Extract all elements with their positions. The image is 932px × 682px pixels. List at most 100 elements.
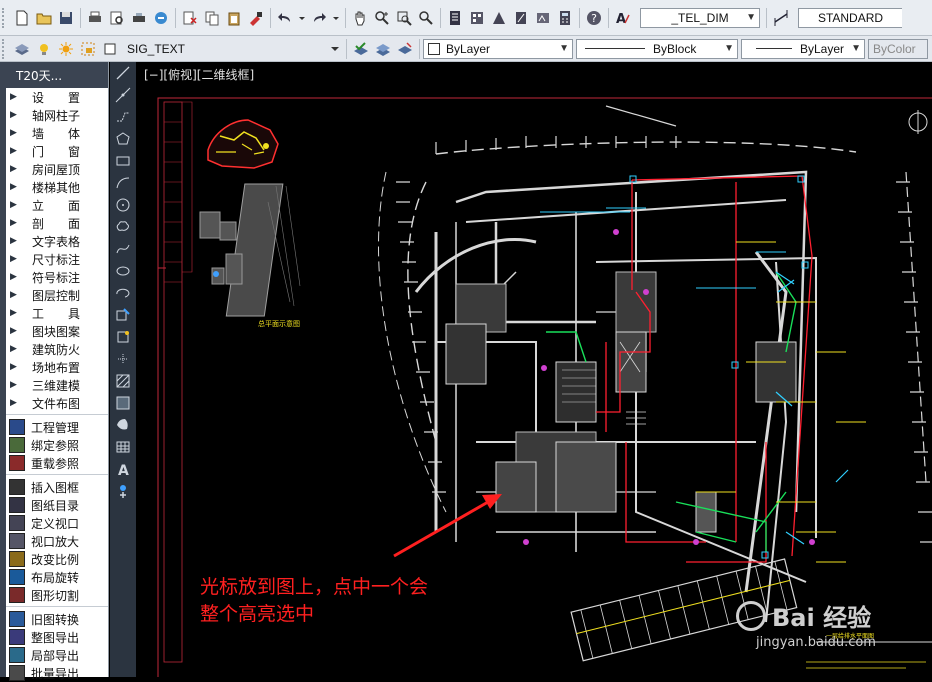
layer-previous-icon[interactable] [373,39,393,59]
palette-group-item[interactable]: ▶文字表格 [6,232,108,250]
plotstyle-control-select[interactable]: ByColor [868,39,928,59]
linetype-control-select[interactable]: ByBlock ▼ [576,39,738,59]
palette-tool-item[interactable]: 改变比例 [6,550,108,568]
palette-tool-item[interactable]: 整图导出 [6,628,108,646]
palette-group-item[interactable]: ▶设 置 [6,88,108,106]
palette-group-item[interactable]: ▶场地布置 [6,358,108,376]
dimension-style-icon[interactable] [771,8,791,28]
undo-dropdown-icon[interactable] [297,8,307,28]
arc-icon[interactable] [110,172,136,194]
print-preview-icon[interactable] [107,8,127,28]
palette-tool-item[interactable]: 绑定参照 [6,436,108,454]
match-properties-icon[interactable] [246,8,266,28]
layer-thaw-sun-icon[interactable] [56,39,76,59]
palette-group-item[interactable]: ▶剖 面 [6,214,108,232]
region-icon[interactable] [110,414,136,436]
gradient-icon[interactable] [110,392,136,414]
help-icon[interactable]: ? [584,8,604,28]
paste-icon[interactable] [224,8,244,28]
markup-icon[interactable] [533,8,553,28]
palette-group-item[interactable]: ▶立 面 [6,196,108,214]
palette-tool-item[interactable]: 图形切割 [6,586,108,604]
layer-properties-icon[interactable] [12,39,32,59]
palette-group-item[interactable]: ▶图块图案 [6,322,108,340]
text-style-icon[interactable]: A [613,8,633,28]
dimension-style-select[interactable]: STANDARD [798,8,902,28]
hatch-icon[interactable] [110,370,136,392]
layer-select[interactable]: SIG_TEXT [123,39,327,59]
palette-group-item[interactable]: ▶三维建模 [6,376,108,394]
open-folder-icon[interactable] [34,8,54,28]
viewport-controls-label[interactable]: [−][俯视][二维线框] [144,66,254,83]
plot-icon[interactable] [129,8,149,28]
toolbar-grip[interactable] [2,39,8,59]
multiline-text-icon[interactable]: A [110,458,136,480]
add-selected-icon[interactable] [110,480,136,502]
palette-group-item[interactable]: ▶图层控制 [6,286,108,304]
layer-states-icon[interactable] [395,39,415,59]
new-file-icon[interactable] [12,8,32,28]
zoom-previous-icon[interactable] [416,8,436,28]
zoom-window-icon[interactable] [394,8,414,28]
redo-icon[interactable] [309,8,329,28]
undo-icon[interactable] [275,8,295,28]
drawing-canvas[interactable]: 总平面示意图 [136,62,932,677]
layer-color-swatch-icon[interactable] [100,39,120,59]
site-plan-thumbnail[interactable]: 总平面示意图 [200,120,300,328]
construction-line-icon[interactable] [110,84,136,106]
palette-group-item[interactable]: ▶门 窗 [6,142,108,160]
palette-group-item[interactable]: ▶墙 体 [6,124,108,142]
palette-tool-item[interactable]: 插入图框 [6,478,108,496]
pan-hand-icon[interactable] [350,8,370,28]
toolbar-grip[interactable] [2,8,8,28]
layer-on-bulb-icon[interactable] [34,39,54,59]
ellipse-arc-icon[interactable] [110,282,136,304]
polyline-icon[interactable] [110,106,136,128]
palette-group-item[interactable]: ▶房间屋顶 [6,160,108,178]
insert-block-icon[interactable] [110,304,136,326]
print-icon[interactable] [85,8,105,28]
palette-group-item[interactable]: ▶尺寸标注 [6,250,108,268]
save-icon[interactable] [56,8,76,28]
layer-dropdown-icon[interactable] [328,39,342,59]
properties-icon[interactable] [445,8,465,28]
palette-tool-item[interactable]: 图纸目录 [6,496,108,514]
copy-icon[interactable] [202,8,222,28]
design-center-icon[interactable] [467,8,487,28]
zoom-realtime-icon[interactable] [372,8,392,28]
make-block-icon[interactable] [110,326,136,348]
revision-cloud-icon[interactable] [110,216,136,238]
publish-icon[interactable] [151,8,171,28]
palette-title[interactable]: T20天... [6,62,108,88]
layer-unlock-icon[interactable] [78,39,98,59]
palette-group-item[interactable]: ▶轴网柱子 [6,106,108,124]
palette-tool-item[interactable]: 布局旋转 [6,568,108,586]
palette-tool-item[interactable]: 工程管理 [6,418,108,436]
palette-tool-item[interactable]: 批量导出 [6,664,108,682]
palette-tool-item[interactable]: 局部导出 [6,646,108,664]
cut-icon[interactable] [180,8,200,28]
floor-plan[interactable] [379,106,932,661]
text-style-select[interactable]: _TEL_DIM ▼ [640,8,760,28]
sheet-set-icon[interactable] [511,8,531,28]
calculator-icon[interactable] [555,8,575,28]
table-icon[interactable] [110,436,136,458]
line-icon[interactable] [110,62,136,84]
palette-group-item[interactable]: ▶文件布图 [6,394,108,412]
point-icon[interactable] [110,348,136,370]
lineweight-control-select[interactable]: ByLayer ▼ [741,39,865,59]
palette-group-item[interactable]: ▶建筑防火 [6,340,108,358]
palette-group-item[interactable]: ▶符号标注 [6,268,108,286]
make-layer-current-icon[interactable] [351,39,371,59]
polygon-icon[interactable] [110,128,136,150]
palette-tool-item[interactable]: 定义视口 [6,514,108,532]
spline-icon[interactable] [110,238,136,260]
circle-icon[interactable] [110,194,136,216]
rectangle-icon[interactable] [110,150,136,172]
palette-tool-item[interactable]: 重载参照 [6,454,108,472]
palette-group-item[interactable]: ▶工 具 [6,304,108,322]
palette-tool-item[interactable]: 视口放大 [6,532,108,550]
tool-palettes-icon[interactable] [489,8,509,28]
redo-dropdown-icon[interactable] [331,8,341,28]
palette-tool-item[interactable]: 旧图转换 [6,610,108,628]
